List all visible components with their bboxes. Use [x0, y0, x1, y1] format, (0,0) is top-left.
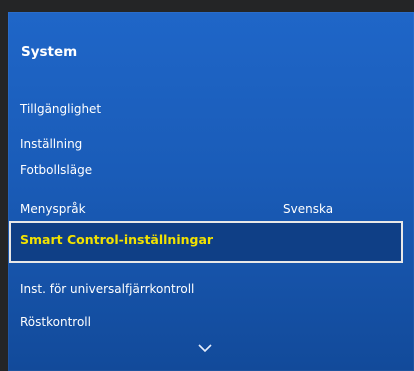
- menu-item-voice-control[interactable]: Röstkontroll: [20, 312, 380, 332]
- screen-frame: System Tillgänglighet Inställning Fotbol…: [0, 0, 414, 371]
- menu-title: System: [21, 44, 78, 60]
- menu-item-label: Röstkontroll: [20, 315, 91, 329]
- chevron-down-icon[interactable]: [198, 343, 212, 353]
- menu-item-label-selected: Smart Control-inställningar: [20, 232, 214, 247]
- menu-item-setup[interactable]: Inställning: [20, 134, 380, 154]
- menu-item-menu-language[interactable]: Menyspråk Svenska: [20, 199, 380, 219]
- menu-item-label: Tillgänglighet: [20, 102, 102, 116]
- menu-item-smart-control-settings[interactable]: Smart Control-inställningar: [9, 221, 403, 263]
- menu-item-label: Fotbollsläge: [20, 163, 93, 177]
- menu-item-universal-remote-setup[interactable]: Inst. för universalfjärrkontroll: [20, 279, 380, 299]
- menu-item-accessibility[interactable]: Tillgänglighet: [20, 99, 380, 119]
- menu-item-label: Menyspråk: [20, 202, 86, 216]
- menu-item-football-mode[interactable]: Fotbollsläge: [20, 160, 380, 180]
- menu-item-label: Inst. för universalfjärrkontroll: [20, 282, 195, 296]
- menu-item-value: Svenska: [283, 202, 334, 216]
- menu-item-label: Inställning: [20, 137, 83, 151]
